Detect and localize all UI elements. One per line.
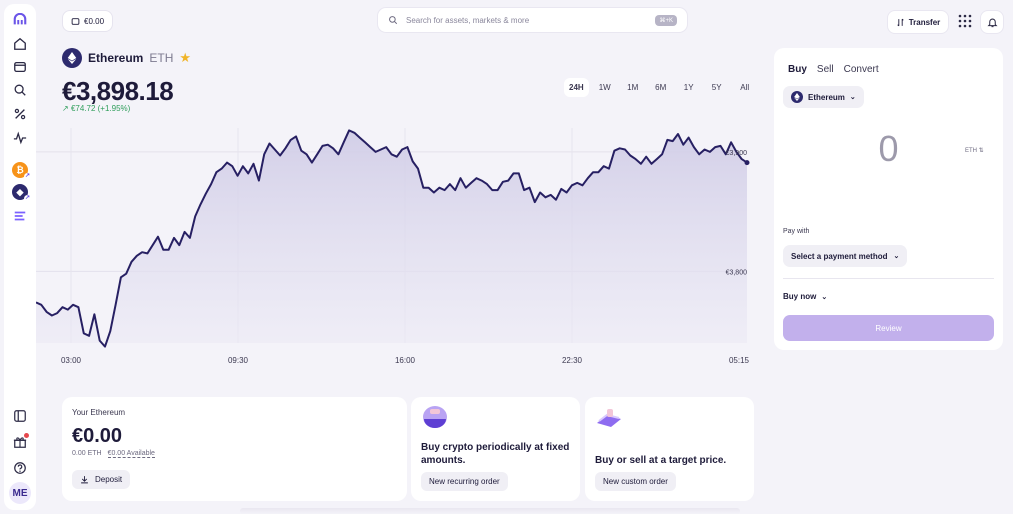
trend-arrow-icon: ↗ <box>24 195 31 202</box>
custom-order-illustration-icon <box>597 409 621 427</box>
search-bar[interactable]: ⌘+K <box>377 7 688 33</box>
deposit-label: Deposit <box>95 475 123 484</box>
bitcoin-icon[interactable]: ₿ ↗ <box>12 162 31 180</box>
x-tick-label: 16:00 <box>395 356 416 365</box>
search-input[interactable] <box>406 15 648 25</box>
x-tick-label: 05:15 <box>729 356 750 365</box>
pay-with-label: Pay with <box>783 228 810 235</box>
sidebar-toggle-icon[interactable] <box>12 408 28 424</box>
order-type-selector[interactable]: Buy now ⌄ <box>783 292 827 301</box>
amount-unit: ETH ⇅ <box>965 147 984 154</box>
x-tick-label: 09:30 <box>228 356 249 365</box>
ethereum-icon <box>62 48 82 68</box>
new-custom-order-button[interactable]: New custom order <box>595 472 676 491</box>
notifications-button[interactable] <box>980 10 1004 34</box>
wallet-icon[interactable] <box>12 59 28 75</box>
range-tab-6m[interactable]: 6M <box>649 78 673 97</box>
divider <box>783 278 994 279</box>
x-tick-label: 22:30 <box>562 356 583 365</box>
search-icon <box>389 16 398 25</box>
time-range-tabs: 24H 1W 1M 6M 1Y 5Y All <box>564 78 757 97</box>
holdings-value: €0.00 <box>72 425 123 447</box>
x-tick-label: 03:00 <box>61 356 82 365</box>
range-tab-all[interactable]: All <box>733 78 757 97</box>
ethereum-icon <box>791 91 803 103</box>
sidebar: ₿ ↗ ◆ ↗ ME <box>4 4 36 510</box>
holdings-eth-amount: 0.00 ETH <box>72 450 102 457</box>
asset-price: €3,898.18 <box>62 76 174 106</box>
amount-unit-label: ETH <box>965 148 977 154</box>
chevron-down-icon: ⌄ <box>893 253 900 260</box>
trade-panel: Buy Sell Convert Ethereum ⌄ 0 ETH ⇅ Pay … <box>774 48 1003 350</box>
shortcut-badge: ⌘+K <box>655 14 677 26</box>
holdings-card: Your Ethereum €0.00 0.00 ETH €0.00 Avail… <box>62 397 407 501</box>
y-tick-label: €3,900 <box>726 150 748 157</box>
kraken-logo-icon[interactable] <box>12 12 28 28</box>
percent-icon[interactable] <box>12 106 28 122</box>
up-arrow-icon: ↗ <box>62 104 71 113</box>
scroll-shadow <box>240 508 740 514</box>
selected-asset: Ethereum <box>808 92 845 102</box>
asset-header: Ethereum ETH ★ <box>62 48 191 68</box>
payment-method-selector[interactable]: Select a payment method ⌄ <box>783 245 908 267</box>
tab-convert[interactable]: Convert <box>844 64 879 75</box>
transfer-icon <box>897 18 904 26</box>
trade-tabs: Buy Sell Convert <box>788 64 879 75</box>
payment-method-label: Select a payment method <box>791 251 888 261</box>
price-change: ↗ €74.72 (+1.95%) <box>62 104 130 113</box>
range-tab-1w[interactable]: 1W <box>593 78 617 97</box>
recurring-title: Buy crypto periodically at fixed amounts… <box>421 442 570 466</box>
price-chart[interactable]: 03:00 09:30 16:00 22:30 05:15 €3,900 €3,800 <box>36 128 752 368</box>
tab-sell[interactable]: Sell <box>817 64 834 75</box>
order-type-label: Buy now <box>783 292 817 301</box>
asset-selector[interactable]: Ethereum ⌄ <box>783 86 864 108</box>
chevron-down-icon: ⌄ <box>821 293 828 301</box>
review-button[interactable]: Review <box>783 315 994 341</box>
recurring-order-card[interactable]: Buy crypto periodically at fixed amounts… <box>411 397 580 501</box>
balance-value: €0.00 <box>84 16 105 26</box>
chevron-down-icon: ⌄ <box>849 94 856 101</box>
price-change-value: €74.72 (+1.95%) <box>70 104 131 113</box>
holdings-title: Your Ethereum <box>72 408 126 417</box>
search-icon[interactable] <box>12 82 28 98</box>
help-icon[interactable] <box>12 460 28 476</box>
wallet-icon <box>71 17 80 25</box>
recurring-illustration-icon <box>423 406 447 428</box>
range-tab-1m[interactable]: 1M <box>621 78 645 97</box>
asset-ticker: ETH <box>149 51 174 65</box>
holdings-available[interactable]: €0.00 Available <box>107 450 155 458</box>
home-icon[interactable] <box>12 36 28 52</box>
y-tick-label: €3,800 <box>726 269 748 276</box>
asset-name: Ethereum <box>88 51 144 65</box>
favorite-star-icon[interactable]: ★ <box>179 50 191 66</box>
trend-arrow-icon: ↗ <box>24 173 31 180</box>
last-price-dot <box>744 160 750 166</box>
download-icon <box>81 476 88 484</box>
tab-buy[interactable]: Buy <box>788 64 807 75</box>
custom-order-title: Buy or sell at a target price. <box>595 455 727 466</box>
avatar[interactable]: ME <box>9 482 31 504</box>
new-recurring-order-button[interactable]: New recurring order <box>421 472 508 491</box>
transfer-label: Transfer <box>908 17 941 27</box>
activity-icon[interactable] <box>12 130 28 146</box>
swap-unit-icon[interactable]: ⇅ <box>979 148 984 154</box>
apps-grid-icon[interactable] <box>958 14 972 28</box>
transfer-button[interactable]: Transfer <box>887 10 949 34</box>
range-tab-1y[interactable]: 1Y <box>677 78 701 97</box>
gift-icon[interactable] <box>12 433 29 450</box>
notification-dot <box>24 433 29 438</box>
ethereum-icon[interactable]: ◆ ↗ <box>12 184 31 202</box>
range-tab-24h[interactable]: 24H <box>564 78 589 97</box>
balance-pill[interactable]: €0.00 <box>62 10 114 32</box>
stack-icon[interactable] <box>12 208 28 224</box>
range-tab-5y[interactable]: 5Y <box>705 78 729 97</box>
custom-order-card[interactable]: Buy or sell at a target price. New custo… <box>585 397 754 501</box>
deposit-button[interactable]: Deposit <box>72 470 131 489</box>
bell-icon <box>986 18 998 27</box>
